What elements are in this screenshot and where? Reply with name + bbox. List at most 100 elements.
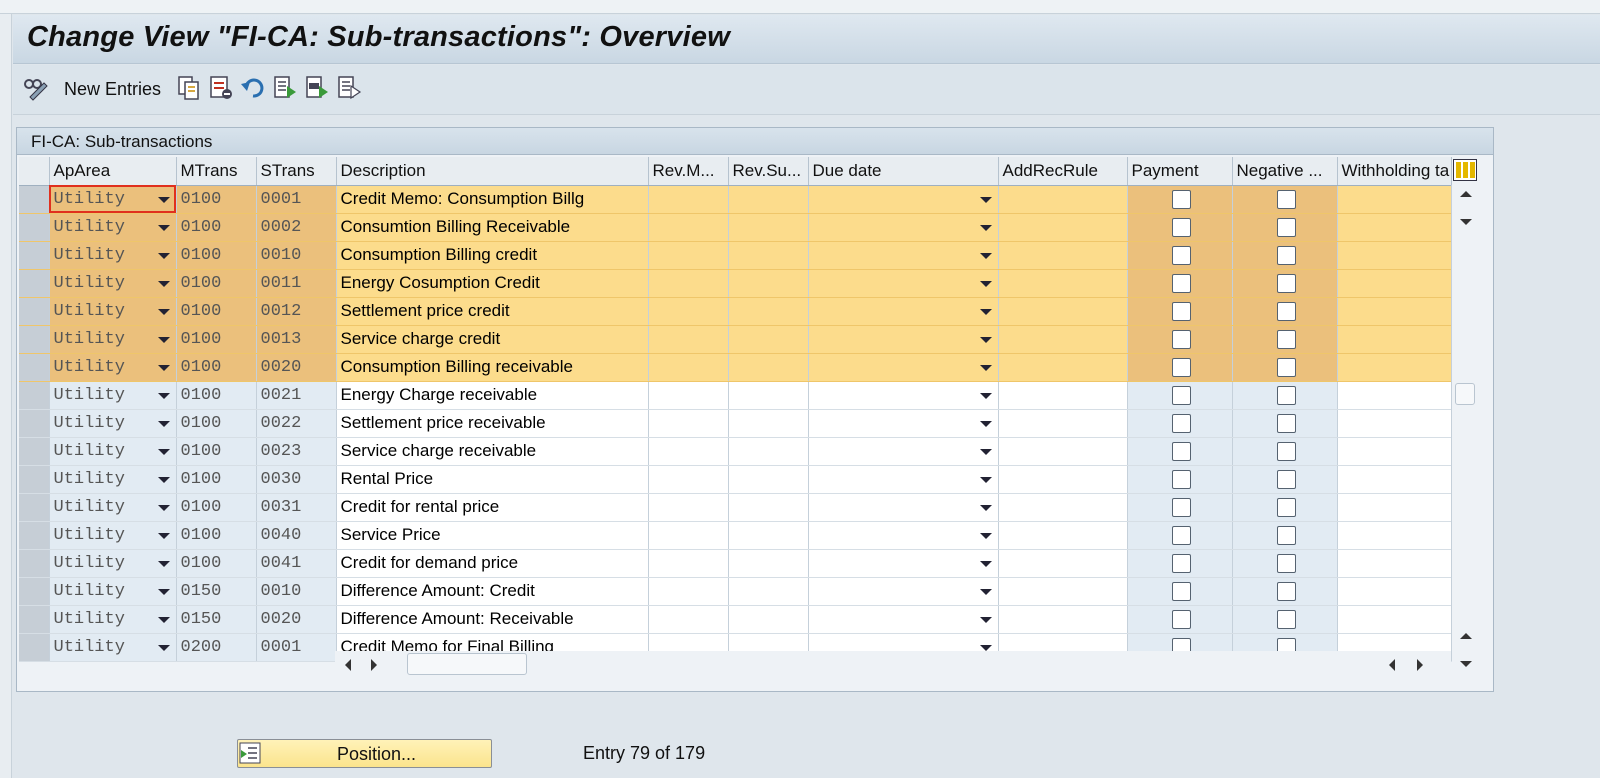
rev-su-cell[interactable] [728, 521, 809, 550]
scroll-left-icon[interactable] [345, 659, 351, 671]
dropdown-arrow-icon[interactable] [979, 364, 992, 371]
dropdown-arrow-icon[interactable] [979, 308, 992, 315]
aparea-cell[interactable]: Utility [49, 297, 177, 326]
negative-checkbox[interactable] [1277, 273, 1296, 293]
due-date-cell[interactable] [808, 353, 999, 382]
scroll-page-down-icon[interactable] [1460, 661, 1472, 667]
addrecrule-cell[interactable] [998, 521, 1128, 550]
dropdown-arrow-icon[interactable] [979, 476, 992, 483]
due-date-cell[interactable] [808, 465, 999, 494]
rev-m-cell[interactable] [648, 269, 729, 298]
rev-su-cell[interactable] [728, 325, 809, 354]
table-row[interactable]: Utility 0100 0001 Credit Memo: Consumption … [19, 185, 1452, 214]
deselect-all-icon[interactable] [336, 75, 362, 101]
negative-checkbox[interactable] [1277, 469, 1296, 489]
payment-checkbox[interactable] [1172, 553, 1191, 573]
payment-checkbox[interactable] [1172, 469, 1191, 489]
aparea-cell[interactable]: Utility [49, 381, 177, 410]
rev-su-cell[interactable] [728, 353, 809, 382]
table-row[interactable]: Utility 0100 0011 Energy Cosumption Credit [19, 269, 1452, 298]
dropdown-arrow-icon[interactable] [979, 504, 992, 511]
withholding-tax-cell[interactable] [1337, 353, 1452, 382]
addrecrule-cell[interactable] [998, 493, 1128, 522]
undo-icon[interactable] [240, 75, 266, 101]
withholding-tax-cell[interactable] [1337, 381, 1452, 410]
withholding-tax-cell[interactable] [1337, 269, 1452, 298]
aparea-cell[interactable]: Utility [49, 577, 177, 606]
dropdown-arrow-icon[interactable] [979, 224, 992, 231]
rev-m-cell[interactable] [648, 465, 729, 494]
due-date-cell[interactable] [808, 437, 999, 466]
scroll-down-icon[interactable] [1460, 219, 1472, 225]
row-selector[interactable] [19, 465, 50, 494]
rev-su-cell[interactable] [728, 241, 809, 270]
addrecrule-cell[interactable] [998, 465, 1128, 494]
row-selector[interactable] [19, 409, 50, 438]
rev-m-cell[interactable] [648, 241, 729, 270]
scroll-page-left-icon[interactable] [1389, 659, 1395, 671]
payment-checkbox[interactable] [1172, 357, 1191, 377]
description-cell[interactable]: Service charge receivable [336, 437, 649, 466]
dropdown-arrow-icon[interactable] [979, 280, 992, 287]
withholding-tax-cell[interactable] [1337, 325, 1452, 354]
row-selector[interactable] [19, 213, 50, 242]
due-date-cell[interactable] [808, 381, 999, 410]
addrecrule-cell[interactable] [998, 269, 1128, 298]
column-header-strans[interactable]: STrans [256, 157, 337, 186]
due-date-cell[interactable] [808, 185, 999, 214]
dropdown-arrow-icon[interactable] [157, 532, 170, 539]
rev-m-cell[interactable] [648, 297, 729, 326]
table-row[interactable]: Utility 0100 0002 Consumtion Billing Receiv… [19, 213, 1452, 242]
row-selector[interactable] [19, 269, 50, 298]
addrecrule-cell[interactable] [998, 325, 1128, 354]
withholding-tax-cell[interactable] [1337, 549, 1452, 578]
table-row[interactable]: Utility 0100 0041 Credit for demand price [19, 549, 1452, 578]
column-header-rev-m[interactable]: Rev.M... [648, 157, 729, 186]
dropdown-arrow-icon[interactable] [979, 560, 992, 567]
aparea-cell[interactable]: Utility [49, 493, 177, 522]
payment-checkbox[interactable] [1172, 441, 1191, 461]
addrecrule-cell[interactable] [998, 577, 1128, 606]
aparea-cell[interactable]: Utility [49, 185, 177, 214]
table-row[interactable]: Utility 0150 0020 Difference Amount: Receiv… [19, 605, 1452, 634]
row-selector[interactable] [19, 185, 50, 214]
rev-su-cell[interactable] [728, 605, 809, 634]
withholding-tax-cell[interactable] [1337, 577, 1452, 606]
rev-m-cell[interactable] [648, 325, 729, 354]
dropdown-arrow-icon[interactable] [979, 420, 992, 427]
rev-su-cell[interactable] [728, 409, 809, 438]
description-cell[interactable]: Settlement price credit [336, 297, 649, 326]
dropdown-arrow-icon[interactable] [979, 392, 992, 399]
aparea-cell[interactable]: Utility [49, 325, 177, 354]
negative-checkbox[interactable] [1277, 245, 1296, 265]
rev-m-cell[interactable] [648, 409, 729, 438]
column-header-mtrans[interactable]: MTrans [176, 157, 257, 186]
withholding-tax-cell[interactable] [1337, 297, 1452, 326]
column-header-rev-su[interactable]: Rev.Su... [728, 157, 809, 186]
column-header-due-date[interactable]: Due date [808, 157, 999, 186]
addrecrule-cell[interactable] [998, 185, 1128, 214]
dropdown-arrow-icon[interactable] [157, 392, 170, 399]
addrecrule-cell[interactable] [998, 409, 1128, 438]
dropdown-arrow-icon[interactable] [157, 588, 170, 595]
display-change-icon[interactable] [22, 75, 48, 101]
description-cell[interactable]: Credit for rental price [336, 493, 649, 522]
column-header-aparea[interactable]: ApArea [49, 157, 177, 186]
dropdown-arrow-icon[interactable] [157, 448, 170, 455]
rev-su-cell[interactable] [728, 381, 809, 410]
negative-checkbox[interactable] [1277, 385, 1296, 405]
dropdown-arrow-icon[interactable] [979, 588, 992, 595]
row-selector[interactable] [19, 633, 50, 662]
description-cell[interactable]: Difference Amount: Receivable [336, 605, 649, 634]
rev-su-cell[interactable] [728, 549, 809, 578]
payment-checkbox[interactable] [1172, 385, 1191, 405]
aparea-cell[interactable]: Utility [49, 465, 177, 494]
dropdown-arrow-icon[interactable] [979, 616, 992, 623]
addrecrule-cell[interactable] [998, 297, 1128, 326]
rev-m-cell[interactable] [648, 605, 729, 634]
payment-checkbox[interactable] [1172, 497, 1191, 517]
description-cell[interactable]: Rental Price [336, 465, 649, 494]
payment-checkbox[interactable] [1172, 581, 1191, 601]
negative-checkbox[interactable] [1277, 581, 1296, 601]
scroll-page-right-icon[interactable] [1417, 659, 1423, 671]
